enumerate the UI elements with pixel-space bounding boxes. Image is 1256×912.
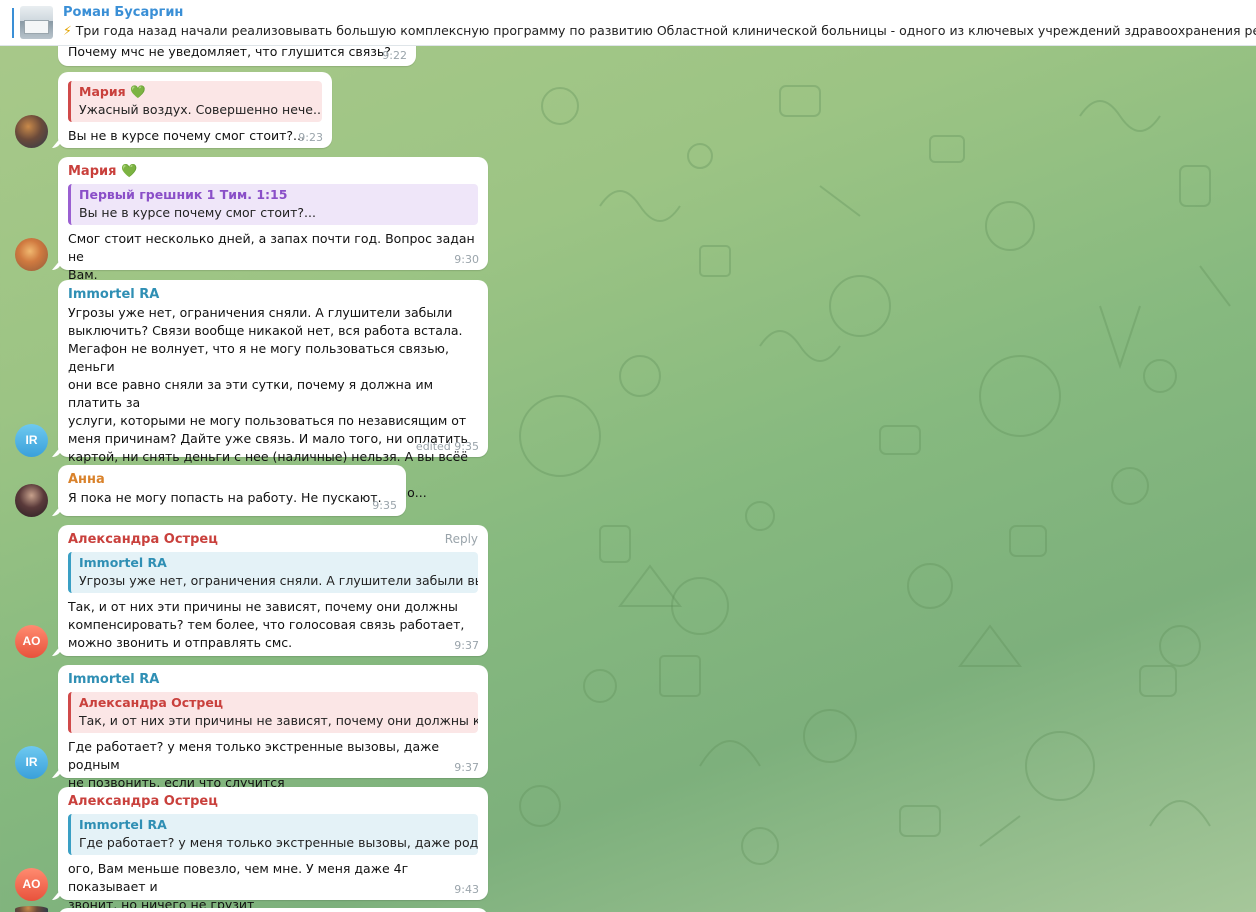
message-time: 9:35 xyxy=(372,499,397,512)
message-text-line: услуги, которыми не могу пользоваться по… xyxy=(68,413,467,428)
message-bubble[interactable]: Мария 💚 Первый грешник 1 Тим. 1:15 Вы не… xyxy=(58,157,488,282)
message-text-line: Так, и от них эти причины не зависят, по… xyxy=(68,599,458,614)
message-text-line: они все равно сняли за эти сутки, почему… xyxy=(68,377,434,410)
lightning-icon: ⚡ xyxy=(63,23,72,38)
sender-name[interactable]: Мария 💚 xyxy=(68,163,478,181)
message-bubble[interactable]: Мария 💚 Ужасный воздух. Совершенно нече.… xyxy=(58,72,332,148)
reply-button[interactable]: Reply xyxy=(445,532,478,546)
message-text-line: выключить? Связи вообще никакой нет, вся… xyxy=(68,323,463,338)
quote-text: Вы не в курсе почему смог стоит?... xyxy=(79,205,316,220)
message-text: Я пока не могу попасть на работу. Не пус… xyxy=(68,490,382,505)
sender-name[interactable]: Александра Острец xyxy=(68,531,478,549)
quote-text: Так, и от них эти причины не зависят, по… xyxy=(79,713,478,728)
pinned-text: ⚡ Три года назад начали реализовывать бол… xyxy=(63,23,1256,38)
reply-quote[interactable]: Immortel RA Где работает? у меня только … xyxy=(68,814,478,855)
message-text-line: Где работает? у меня только экстренные в… xyxy=(68,739,440,772)
reply-quote[interactable]: Immortel RA Угрозы уже нет, ограничения … xyxy=(68,552,478,593)
quote-sender: Александра Острец xyxy=(79,695,224,710)
message-text-line: ого, Вам меньше повезло, чем мне. У меня… xyxy=(68,861,409,894)
avatar[interactable] xyxy=(15,484,48,517)
message-bubble[interactable] xyxy=(58,908,488,912)
reply-quote[interactable]: Первый грешник 1 Тим. 1:15 Вы не в курсе… xyxy=(68,184,478,225)
sender-name[interactable]: Александра Острец xyxy=(68,793,478,811)
pinned-thumbnail xyxy=(20,6,53,39)
message-bubble[interactable]: Анна Я пока не могу попасть на работу. Н… xyxy=(58,465,406,516)
message-time: 9:37 xyxy=(454,639,479,652)
quote-sender: Первый грешник 1 Тим. 1:15 xyxy=(79,187,288,202)
reply-quote[interactable]: Александра Острец Так, и от них эти прич… xyxy=(68,692,478,733)
sender-name[interactable]: Immortel RA xyxy=(68,671,478,689)
message-text-line: компенсировать? тем более, что голосовая… xyxy=(68,617,465,632)
avatar[interactable]: IR xyxy=(15,424,48,457)
avatar[interactable] xyxy=(15,115,48,148)
quote-sender: Мария 💚 xyxy=(79,84,146,99)
pinned-indicator xyxy=(12,8,14,38)
message-bubble[interactable]: Immortel RA Угрозы уже нет, ограничения … xyxy=(58,280,488,500)
avatar[interactable]: IR xyxy=(15,746,48,779)
sender-name[interactable]: Immortel RA xyxy=(68,286,478,304)
message-text-line: Смог стоит несколько дней, а запах почти… xyxy=(68,231,475,264)
message-bubble[interactable]: Александра Острец Immortel RA Где работа… xyxy=(58,787,488,912)
sender-name[interactable]: Анна xyxy=(68,471,396,489)
quote-text: Угрозы уже нет, ограничения сняли. А глу… xyxy=(79,573,478,588)
message-text-line: Мегафон не волнует, что я не могу пользо… xyxy=(68,341,449,374)
pinned-message-bar[interactable]: Роман Бусаргин ⚡ Три года назад начали ре… xyxy=(0,0,1256,46)
quote-text: Ужасный воздух. Совершенно нече... xyxy=(79,102,322,117)
avatar[interactable] xyxy=(15,906,48,912)
quote-text: Где работает? у меня только экстренные в… xyxy=(79,835,478,850)
message-text-line: можно звонить и отправлять смс. xyxy=(68,635,293,650)
avatar[interactable]: AO xyxy=(15,868,48,901)
message-text-line: Угрозы уже нет, ограничения сняли. А глу… xyxy=(68,305,453,320)
avatar[interactable] xyxy=(15,238,48,271)
quote-sender: Immortel RA xyxy=(79,555,167,570)
message-time: 9:23 xyxy=(298,131,323,144)
quote-sender: Immortel RA xyxy=(79,817,167,832)
message-time: 9:37 xyxy=(454,761,479,774)
message-text: Вы не в курсе почему смог стоит?... xyxy=(68,128,305,143)
pinned-sender: Роман Бусаргин xyxy=(63,5,184,20)
message-time: edited 9:35 xyxy=(415,440,479,453)
message-bubble[interactable]: Александра Острец Reply Immortel RA Угро… xyxy=(58,525,488,656)
message-time: 9:43 xyxy=(454,883,479,896)
message-bubble[interactable]: Immortel RA Александра Острец Так, и от … xyxy=(58,665,488,790)
avatar[interactable]: AO xyxy=(15,625,48,658)
message-time: 9:22 xyxy=(382,49,407,62)
message-time: 9:30 xyxy=(454,253,479,266)
reply-quote[interactable]: Мария 💚 Ужасный воздух. Совершенно нече.… xyxy=(68,81,322,122)
